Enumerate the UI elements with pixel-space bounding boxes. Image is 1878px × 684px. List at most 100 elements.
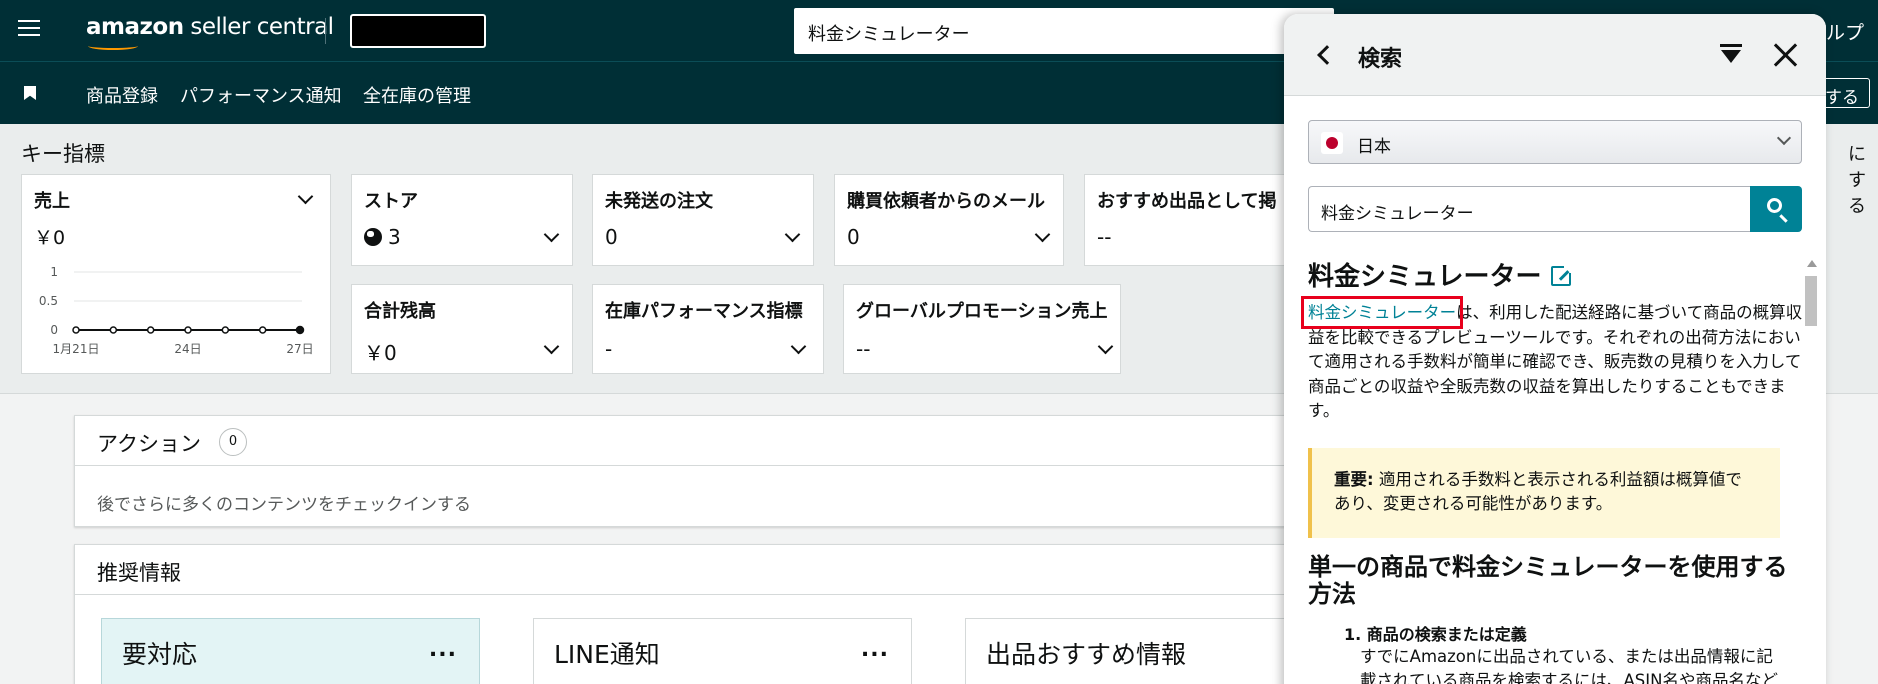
country-label: 日本 [1357,137,1391,157]
metric-title: 合計残高 [364,301,436,322]
metric-card-inventory-performance[interactable]: 在庫パフォーマンス指標 - [592,284,824,374]
chevron-down-icon[interactable] [784,226,801,243]
nav-item-inventory-management[interactable]: 全在庫の管理 [363,82,471,108]
y-tick-label: 0.5 [39,294,58,308]
help-panel-title: 検索 [1358,47,1403,72]
article-body: 料金シミュレーターは、利用した配送経路に基づいて商品の概算収益を比較できるプレビ… [1300,296,1804,424]
metric-title: 在庫パフォーマンス指標 [605,301,803,322]
scroll-up-arrow-icon[interactable] [1807,260,1817,267]
sales-point [184,326,192,334]
help-link[interactable]: ルプ [1826,18,1864,45]
help-search-button[interactable] [1750,186,1802,232]
rec-card-title: 出品おすすめ情報 [986,640,1187,669]
actions-count-badge: 0 [219,428,247,456]
actions-header: アクション 0 [75,416,1313,466]
help-search-input[interactable]: 料金シミュレーター [1308,186,1752,232]
metric-card-unshipped-orders[interactable]: 未発送の注文 0 [592,174,814,266]
fee-simulator-link[interactable]: 料金シミュレーター [1300,296,1464,329]
metric-value: 3 [364,225,401,249]
minimize-icon[interactable] [1720,44,1742,66]
sales-point [221,326,230,334]
chevron-down-icon[interactable] [543,338,560,355]
more-options-icon[interactable]: ... [861,637,889,662]
x-tick-label: 1月21日 [53,342,100,356]
rec-card-listing-recommendations[interactable]: 出品おすすめ情報 [965,618,1295,684]
actions-empty-text: 後でさらに多くのコンテンツをチェックインする [97,495,471,515]
logo-sub-text: seller central [183,14,334,40]
metric-card-total-balance[interactable]: 合計残高 ￥0 [351,284,573,374]
nav-item-performance-notifications[interactable]: パフォーマンス通知 [180,82,342,108]
rec-card-action-required[interactable]: 要対応 ... [101,618,480,684]
help-panel: 検索 日本 料金シミュレーター 料金シミュレーター 料金シミュレーターは、利用し… [1284,14,1826,684]
metric-title: 未発送の注文 [605,191,713,212]
sales-point [258,326,267,334]
sales-point [109,326,118,334]
step-title: 1. 商品の検索または定義 [1344,625,1527,644]
menu-icon[interactable] [18,20,40,38]
recommendations-title: 推奨情報 [97,561,181,585]
chevron-down-icon[interactable] [1034,226,1051,243]
logo-smile [88,42,138,50]
metric-title: 購買依頼者からのメール [847,191,1045,212]
recommendations-header: 推奨情報 [75,545,1313,595]
chevron-down-icon[interactable] [790,338,807,355]
metric-card-global-promotion-sales[interactable]: グローバルプロモーション売上 -- [843,284,1121,374]
scrollbar-thumb[interactable] [1805,276,1817,326]
metric-title: グローバルプロモーション売上 [856,301,1108,322]
x-tick-label: 27日 [286,342,313,356]
y-tick-label: 0 [50,323,58,337]
close-icon[interactable] [1772,42,1798,68]
help-panel-header: 検索 [1284,14,1826,96]
logo-divider [325,18,326,44]
help-article: 料金シミュレーター 料金シミュレーターは、利用した配送経路に基づいて商品の概算収… [1300,256,1804,424]
chevron-down-icon [1776,130,1792,146]
important-note: 重要: 適用される手数料と表示される利益額は概算値であり、変更される可能性があり… [1308,448,1780,538]
metric-title: ストア [364,191,418,212]
note-label: 重要: [1334,470,1374,489]
sales-series [72,325,305,335]
chevron-down-icon[interactable] [1097,338,1114,355]
actions-panel: アクション 0 後でさらに多くのコンテンツをチェックインする [74,415,1314,527]
section-heading: 単一の商品で料金シミュレーターを使用する方法 [1308,553,1788,608]
sales-chart: 1 0.5 0 1月21日 24日 27日 [39,265,314,356]
sales-point [295,325,305,335]
y-tick-label: 1 [50,265,58,279]
japan-flag-icon [1321,132,1343,154]
sales-card[interactable]: 売上 ￥0 1 0.5 0 1月21日 24日 27日 [21,174,331,374]
step-text: すでにAmazonに出品されている、または出品情報に記載されている商品を検索する… [1360,647,1778,684]
bookmark-icon[interactable] [24,86,36,100]
metric-value: 0 [605,225,618,249]
global-search-input[interactable]: 料金シミュレーター [794,8,1334,54]
metric-value: - [605,337,613,361]
seller-central-logo[interactable]: amazon seller central [86,14,334,50]
key-metrics-title: キー指標 [21,142,105,166]
metric-card-buyer-messages[interactable]: 購買依頼者からのメール 0 [834,174,1064,266]
metric-value: ￥0 [364,341,397,365]
actions-title: アクション [97,432,201,456]
rec-card-line-notification[interactable]: LINE通知 ... [533,618,912,684]
metric-value: 0 [847,225,860,249]
x-tick-label: 24日 [174,342,201,356]
sales-point [146,326,155,334]
external-link-icon[interactable] [1551,264,1574,286]
metric-card-featured-offer[interactable]: おすすめ出品として掲 -- [1084,174,1314,266]
globe-icon [364,228,382,246]
metric-card-store[interactable]: ストア 3 [351,174,573,266]
country-select[interactable]: 日本 [1308,120,1802,164]
note-text: 適用される手数料と表示される利益額は概算値であり、変更される可能性があります。 [1334,470,1742,513]
scrollbar[interactable] [1804,260,1818,684]
search-icon [1767,198,1782,213]
rec-card-title: 要対応 [122,640,198,669]
store-switcher[interactable] [350,14,486,48]
article-title: 料金シミュレーター [1308,256,1804,293]
metric-value: -- [1097,225,1112,249]
chevron-down-icon[interactable] [543,226,560,243]
logo-main-text: amazon [86,14,184,40]
rec-card-title: LINE通知 [554,640,660,669]
nav-item-product-listing[interactable]: 商品登録 [86,82,158,108]
sales-point [72,326,80,334]
key-metrics-customize-link[interactable]: にする [1848,140,1878,218]
back-arrow-icon[interactable] [1317,45,1337,65]
metric-title: おすすめ出品として掲 [1097,191,1277,212]
more-options-icon[interactable]: ... [429,637,457,662]
